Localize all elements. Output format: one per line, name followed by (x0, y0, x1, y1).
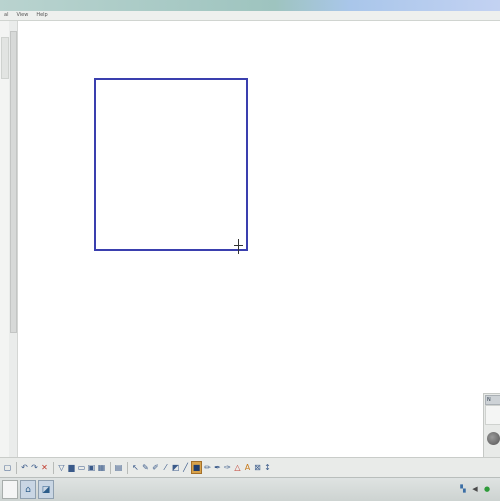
drawn-square[interactable] (94, 78, 248, 251)
monitor-icon[interactable]: ▆ (67, 462, 76, 473)
floating-tools-widget[interactable]: N (483, 393, 500, 459)
start-button[interactable] (2, 480, 18, 499)
delete-icon[interactable]: ✕ (40, 462, 49, 473)
eraser-icon[interactable]: ◩ (171, 462, 180, 473)
taskbar: ⌂ ◪ ▚ ◀ ● (0, 477, 500, 501)
green-dot-icon[interactable]: ● (483, 485, 491, 493)
redo-icon[interactable]: ↷ (30, 462, 39, 473)
window-title-bar (0, 0, 500, 11)
select-arrow-icon[interactable]: ↖ (131, 462, 140, 473)
line-icon[interactable]: ╱ (181, 462, 190, 473)
triangle-icon[interactable]: △ (233, 462, 242, 473)
screen-shade-icon[interactable]: ▽ (57, 462, 66, 473)
pen-icon[interactable]: ✎ (141, 462, 150, 473)
scrollbar-thumb[interactable] (10, 31, 17, 333)
floating-widget-header[interactable]: N (485, 395, 500, 405)
magic-pen-icon[interactable]: ✒ (213, 462, 222, 473)
screen-capture-icon[interactable]: ▣ (87, 462, 96, 473)
record-button-icon[interactable] (487, 432, 500, 445)
frame-icon[interactable]: ▢ (3, 462, 12, 473)
menu-bar: al View Help (0, 11, 500, 21)
menu-item-view[interactable]: View (12, 11, 32, 20)
table-icon[interactable]: ▦ (97, 462, 106, 473)
fill-icon[interactable]: ✏ (203, 462, 212, 473)
toolbar-separator (127, 461, 128, 474)
keyboard-icon[interactable]: ▤ (114, 462, 123, 473)
side-panel-tab[interactable] (1, 37, 9, 79)
menu-item-partial[interactable]: al (0, 11, 12, 20)
toolbar-separator (16, 461, 17, 474)
volume-icon[interactable]: ◀ (471, 485, 479, 493)
text-icon[interactable]: A (243, 462, 252, 473)
crosshair-cursor-icon (234, 239, 243, 254)
creative-pen-icon[interactable]: ✐ (151, 462, 160, 473)
floating-widget-panel[interactable] (485, 405, 500, 425)
whiteboard-canvas[interactable] (18, 21, 500, 457)
taskbar-app-icon[interactable]: ⌂ (20, 480, 36, 499)
shape-icon[interactable]: ■ (191, 461, 202, 474)
fullscreen-icon[interactable]: ▭ (77, 462, 86, 473)
toolbar-separator (53, 461, 54, 474)
network-icon[interactable]: ▚ (459, 485, 467, 493)
attachment-icon[interactable]: ⊠ (253, 462, 262, 473)
menu-item-help[interactable]: Help (32, 11, 51, 20)
undo-icon[interactable]: ↶ (20, 462, 29, 473)
more-icon[interactable]: ↕ (263, 462, 272, 473)
highlighter-icon[interactable]: ⁄ (161, 462, 170, 473)
taskbar-app-icon[interactable]: ◪ (38, 480, 54, 499)
pen-tool-icon[interactable]: ✑ (223, 462, 232, 473)
bottom-toolbar: ▢ ↶ ↷ ✕ ▽ ▆ ▭ ▣ ▦ ▤ ↖ ✎ ✐ ⁄ ◩ ╱ ■ ✏ ✒ ✑ … (0, 457, 500, 477)
vertical-scrollbar[interactable] (9, 21, 18, 457)
toolbar-separator (110, 461, 111, 474)
floating-widget-label: N (487, 397, 491, 403)
